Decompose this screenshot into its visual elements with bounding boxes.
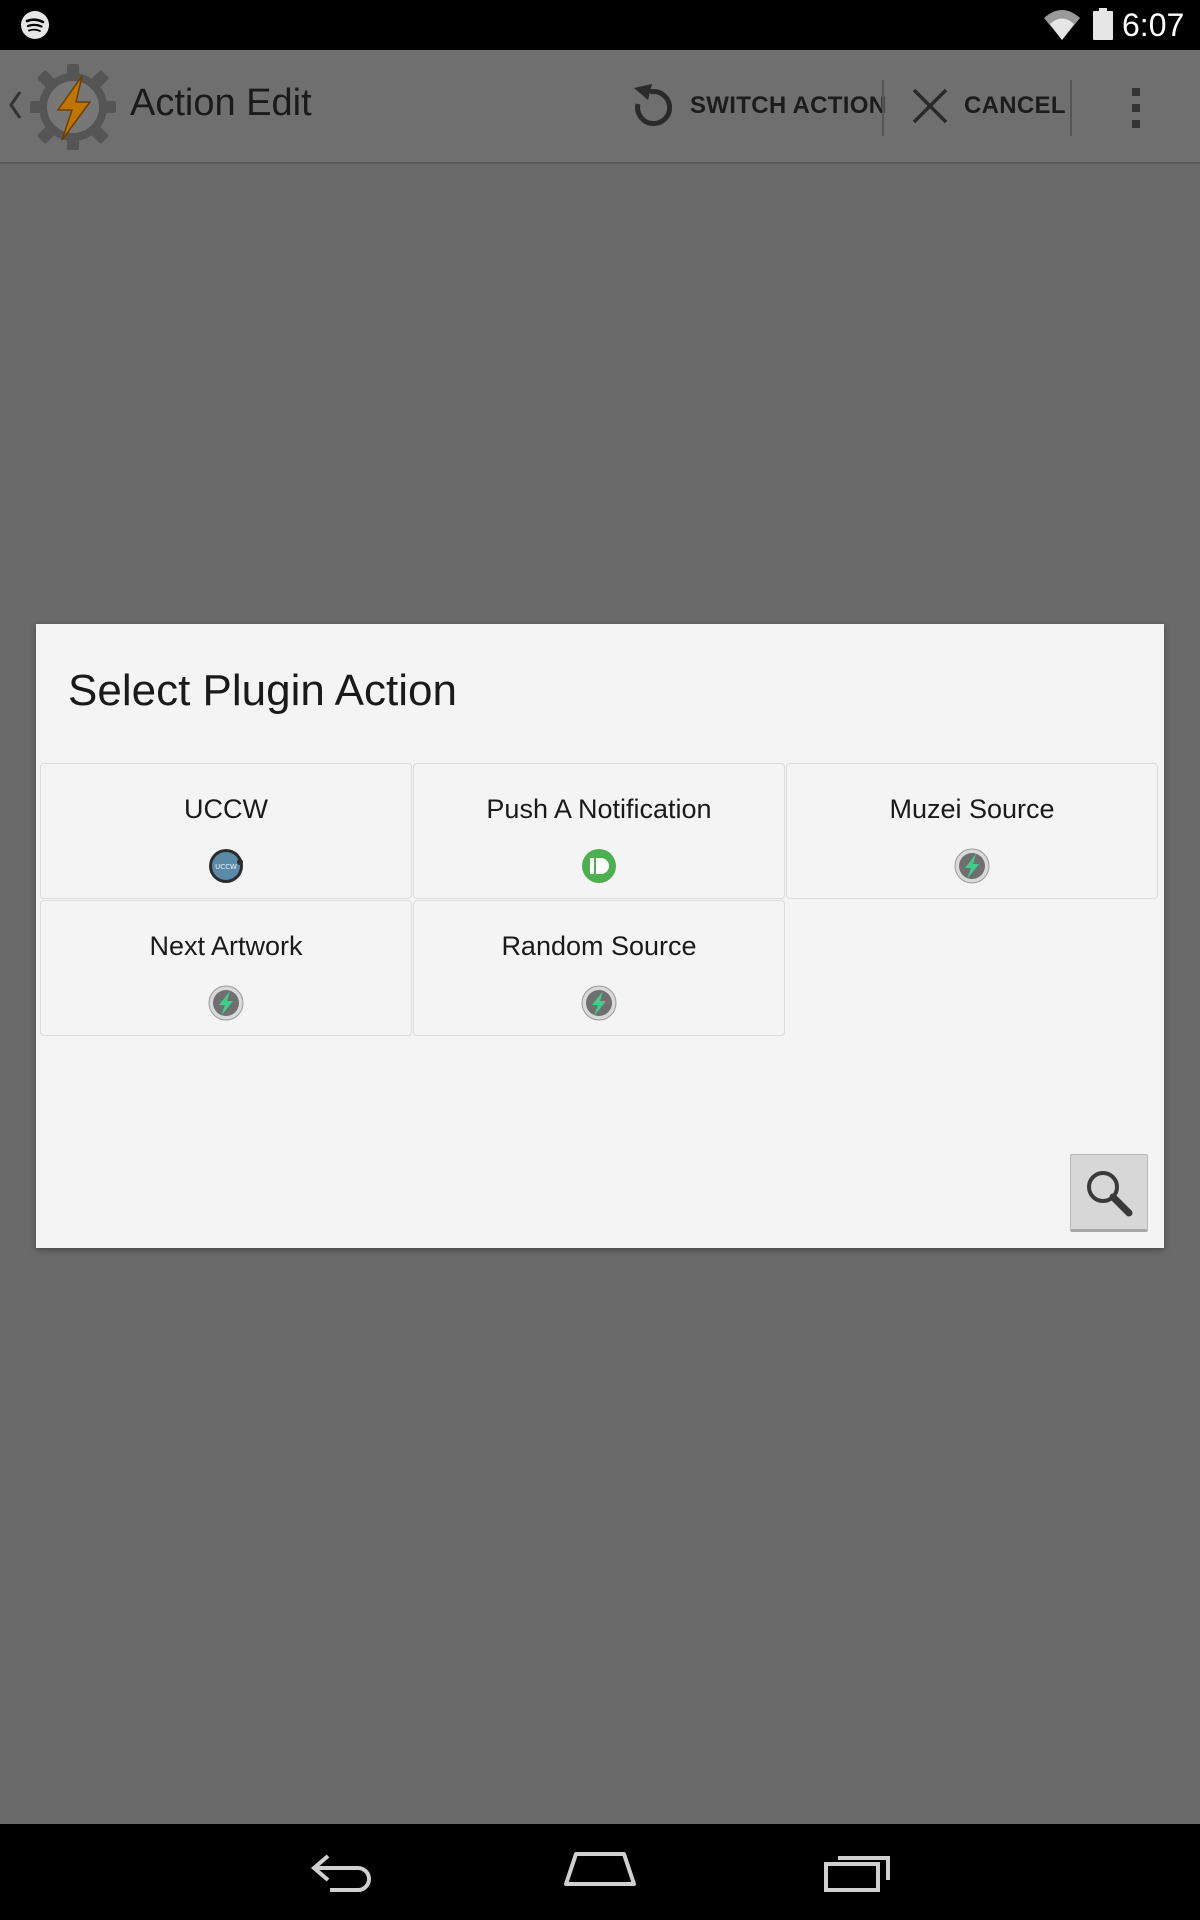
cancel-label: CANCEL: [964, 92, 1066, 119]
recents-icon[interactable]: [822, 1846, 894, 1894]
plugin-tile-muzei-source[interactable]: Muzei Source: [786, 763, 1158, 899]
bolt-icon: [208, 985, 244, 1021]
status-time: 6:07: [1122, 7, 1185, 43]
action-bar-divider: [882, 80, 884, 136]
back-chevron-icon[interactable]: [8, 88, 22, 122]
plugin-label: Push A Notification: [486, 794, 712, 824]
cancel-button[interactable]: CANCEL: [910, 70, 1066, 142]
dialog-title: Select Plugin Action: [68, 666, 457, 715]
spotify-icon: [21, 11, 49, 39]
navigation-bar: [0, 1824, 1200, 1920]
uccw-icon: UCCW: [209, 849, 243, 883]
plugin-tile-next-artwork[interactable]: Next Artwork: [40, 900, 412, 1036]
overflow-menu-icon[interactable]: [1120, 84, 1152, 132]
search-icon: [1087, 1171, 1133, 1217]
plugin-label: Random Source: [501, 931, 697, 961]
battery-icon: [1093, 8, 1113, 40]
search-button[interactable]: [1070, 1154, 1148, 1232]
svg-text:UCCW: UCCW: [215, 863, 237, 871]
tasker-app-icon[interactable]: [26, 60, 120, 154]
bolt-icon: [954, 848, 990, 884]
switch-action-label: SWITCH ACTION: [690, 92, 887, 119]
pushbullet-icon: [582, 849, 616, 883]
plugin-label: UCCW: [184, 794, 268, 824]
refresh-icon: [634, 84, 673, 127]
wifi-icon: [1044, 10, 1080, 40]
back-icon[interactable]: [308, 1846, 378, 1894]
bolt-icon: [581, 985, 617, 1021]
plugin-label: Next Artwork: [149, 931, 303, 961]
action-bar-divider: [1070, 80, 1072, 136]
plugin-tile-uccw[interactable]: UCCW UCCW: [40, 763, 412, 899]
action-bar: Action Edit SWITCH ACTION CANCEL: [0, 50, 1200, 164]
plugin-label: Muzei Source: [889, 794, 1055, 824]
select-plugin-dialog: Select Plugin Action UCCW UCCW Push A No…: [36, 624, 1164, 1248]
plugin-tile-random-source[interactable]: Random Source: [413, 900, 785, 1036]
home-icon[interactable]: [562, 1846, 638, 1890]
switch-action-button[interactable]: SWITCH ACTION: [628, 70, 886, 142]
close-icon: [912, 88, 948, 124]
page-title: Action Edit: [130, 82, 312, 124]
status-bar: 6:07: [0, 0, 1200, 50]
plugin-tile-push-a-notification[interactable]: Push A Notification: [413, 763, 785, 899]
